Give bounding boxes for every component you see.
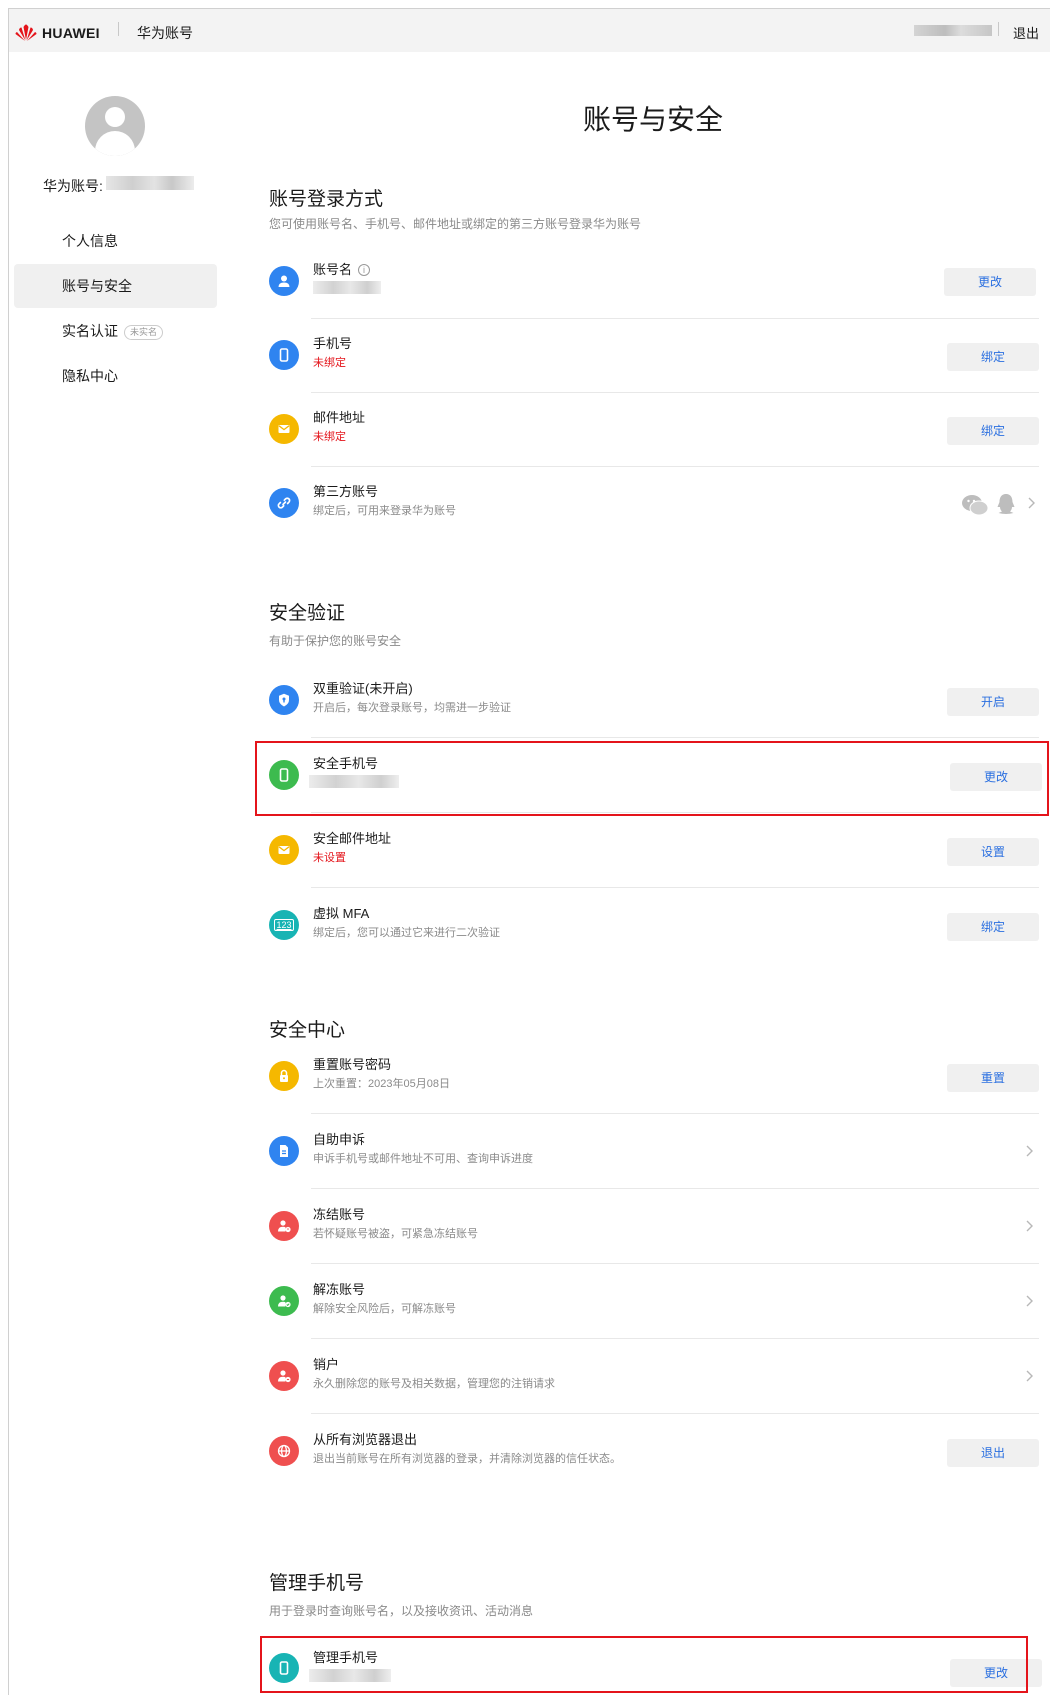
section-title-manage-phone: 管理手机号 bbox=[269, 1573, 365, 1594]
sidebar-item-privacy-center[interactable]: 隐私中心 bbox=[14, 354, 217, 398]
row-description: 上次重置：2023年05月08日 bbox=[313, 1078, 450, 1090]
row-title: 手机号 bbox=[313, 336, 353, 351]
row-title: 账号名 i bbox=[313, 259, 371, 278]
row-security-email: 安全邮件地址 未设置 设置 bbox=[269, 816, 1039, 888]
phone-icon bbox=[269, 340, 299, 370]
change-account-name-button[interactable]: 更改 bbox=[944, 268, 1036, 296]
row-description: 申诉手机号或邮件地址不可用、查询申诉进度 bbox=[313, 1153, 533, 1165]
lock-icon bbox=[269, 1061, 299, 1091]
row-two-factor: 双重验证(未开启) 开启后，每次登录账号，均需进一步验证 开启 bbox=[269, 666, 1039, 738]
row-title: 邮件地址 bbox=[313, 410, 366, 425]
row-status: 未绑定 bbox=[313, 357, 346, 369]
section-title-security-verification: 安全验证 bbox=[269, 603, 346, 624]
row-unfreeze-account[interactable]: 解冻账号 解除安全风险后，可解冻账号 bbox=[269, 1267, 1039, 1339]
freeze-icon bbox=[269, 1211, 299, 1241]
row-virtual-mfa: 123 虚拟 MFA 绑定后，您可以通过它来进行二次验证 绑定 bbox=[269, 891, 1039, 963]
divider bbox=[118, 22, 119, 36]
row-account-name: 账号名 i 更改 bbox=[269, 247, 1039, 319]
huawei-petal-icon bbox=[15, 24, 37, 41]
sidebar-item-label: 账号与安全 bbox=[62, 278, 132, 294]
row-description: 解除安全风险后，可解冻账号 bbox=[313, 1303, 456, 1315]
account-label: 华为账号: bbox=[43, 178, 103, 194]
chevron-right-icon bbox=[1026, 1220, 1033, 1232]
mail-icon bbox=[269, 835, 299, 865]
row-description: 绑定后，您可以通过它来进行二次验证 bbox=[313, 927, 500, 939]
sidebar-item-account-security[interactable]: 账号与安全 bbox=[14, 264, 217, 308]
enable-two-factor-button[interactable]: 开启 bbox=[947, 688, 1039, 716]
real-name-status-badge: 未实名 bbox=[124, 324, 164, 340]
mail-icon bbox=[269, 414, 299, 444]
row-email: 邮件地址 未绑定 绑定 bbox=[269, 395, 1039, 467]
row-title: 自助申诉 bbox=[313, 1132, 366, 1147]
account-id-blurred bbox=[106, 176, 194, 190]
bind-phone-button[interactable]: 绑定 bbox=[947, 343, 1039, 371]
reset-password-button[interactable]: 重置 bbox=[947, 1064, 1039, 1092]
bind-email-button[interactable]: 绑定 bbox=[947, 417, 1039, 445]
section-subtitle-login-methods: 您可使用账号名、手机号、邮件地址或绑定的第三方账号登录华为账号 bbox=[269, 217, 642, 231]
chevron-right-icon bbox=[1026, 1370, 1033, 1382]
unfreeze-icon bbox=[269, 1286, 299, 1316]
section-subtitle-manage-phone: 用于登录时查询账号名，以及接收资讯、活动消息 bbox=[269, 1604, 534, 1618]
row-title: 双重验证(未开启) bbox=[313, 681, 413, 696]
row-title: 虚拟 MFA bbox=[313, 906, 370, 921]
avatar[interactable] bbox=[85, 96, 145, 156]
document-icon bbox=[269, 1136, 299, 1166]
set-security-email-button[interactable]: 设置 bbox=[947, 838, 1039, 866]
row-third-party[interactable]: 第三方账号 绑定后，可用来登录华为账号 bbox=[269, 469, 1039, 541]
row-title: 冻结账号 bbox=[313, 1207, 366, 1222]
wechat-icon[interactable] bbox=[961, 494, 989, 516]
qq-icon[interactable] bbox=[995, 492, 1017, 516]
row-description: 永久删除您的账号及相关数据，管理您的注销请求 bbox=[313, 1378, 555, 1390]
section-subtitle-security-verification: 有助于保护您的账号安全 bbox=[269, 634, 402, 648]
row-description: 若怀疑账号被盗，可紧急冻结账号 bbox=[313, 1228, 478, 1240]
section-title-login-methods: 账号登录方式 bbox=[269, 189, 384, 210]
account-name-blurred bbox=[313, 281, 381, 294]
user-icon bbox=[269, 266, 299, 296]
logout-all-browsers-button[interactable]: 退出 bbox=[947, 1439, 1039, 1467]
info-icon[interactable]: i bbox=[358, 264, 371, 276]
row-title: 从所有浏览器退出 bbox=[313, 1432, 418, 1447]
chevron-right-icon bbox=[1026, 1295, 1033, 1307]
row-self-appeal[interactable]: 自助申诉 申诉手机号或邮件地址不可用、查询申诉进度 bbox=[269, 1117, 1039, 1189]
row-title: 第三方账号 bbox=[313, 484, 379, 499]
highlight-box-manage-phone bbox=[260, 1636, 1028, 1693]
user-name-blurred bbox=[914, 25, 992, 36]
row-description: 开启后，每次登录账号，均需进一步验证 bbox=[313, 702, 511, 714]
sidebar-item-label: 隐私中心 bbox=[62, 368, 118, 384]
top-bar: HUAWEI 华为账号 退出 bbox=[9, 9, 1050, 52]
row-freeze-account[interactable]: 冻结账号 若怀疑账号被盗，可紧急冻结账号 bbox=[269, 1192, 1039, 1264]
row-description: 绑定后，可用来登录华为账号 bbox=[313, 505, 456, 517]
page-title: 账号与安全 bbox=[583, 104, 724, 135]
row-description: 退出当前账号在所有浏览器的登录，并清除浏览器的信任状态。 bbox=[313, 1453, 621, 1465]
logout-link[interactable]: 退出 bbox=[1013, 23, 1039, 42]
chevron-right-icon bbox=[1028, 497, 1035, 509]
row-reset-password: 重置账号密码 上次重置：2023年05月08日 重置 bbox=[269, 1042, 1039, 1114]
row-status: 未设置 bbox=[313, 852, 346, 864]
row-status: 未绑定 bbox=[313, 431, 346, 443]
brand-name: HUAWEI bbox=[42, 25, 100, 41]
row-title: 解冻账号 bbox=[313, 1282, 366, 1297]
app-title: 华为账号 bbox=[137, 25, 193, 41]
row-title: 重置账号密码 bbox=[313, 1057, 392, 1072]
sidebar-item-label: 个人信息 bbox=[62, 233, 118, 249]
divider bbox=[998, 22, 999, 36]
row-title: 销户 bbox=[313, 1357, 340, 1372]
row-logout-all-browsers: 从所有浏览器退出 退出当前账号在所有浏览器的登录，并清除浏览器的信任状态。 退出 bbox=[269, 1417, 1039, 1489]
shield-icon bbox=[269, 685, 299, 715]
row-title: 安全邮件地址 bbox=[313, 831, 392, 846]
sidebar-item-personal-info[interactable]: 个人信息 bbox=[14, 219, 217, 263]
huawei-logo[interactable]: HUAWEI bbox=[14, 24, 100, 42]
chevron-right-icon bbox=[1026, 1145, 1033, 1157]
section-title-security-center: 安全中心 bbox=[269, 1020, 346, 1041]
mfa-icon: 123 bbox=[269, 910, 299, 940]
row-delete-account[interactable]: 销户 永久删除您的账号及相关数据，管理您的注销请求 bbox=[269, 1342, 1039, 1414]
delete-account-icon bbox=[269, 1361, 299, 1391]
row-phone: 手机号 未绑定 绑定 bbox=[269, 321, 1039, 393]
link-icon bbox=[269, 488, 299, 518]
highlight-box-security-phone bbox=[255, 741, 1049, 816]
globe-icon bbox=[269, 1436, 299, 1466]
sidebar-item-real-name[interactable]: 实名认证 未实名 bbox=[14, 309, 217, 353]
bind-mfa-button[interactable]: 绑定 bbox=[947, 913, 1039, 941]
sidebar-item-label: 实名认证 bbox=[62, 323, 118, 339]
